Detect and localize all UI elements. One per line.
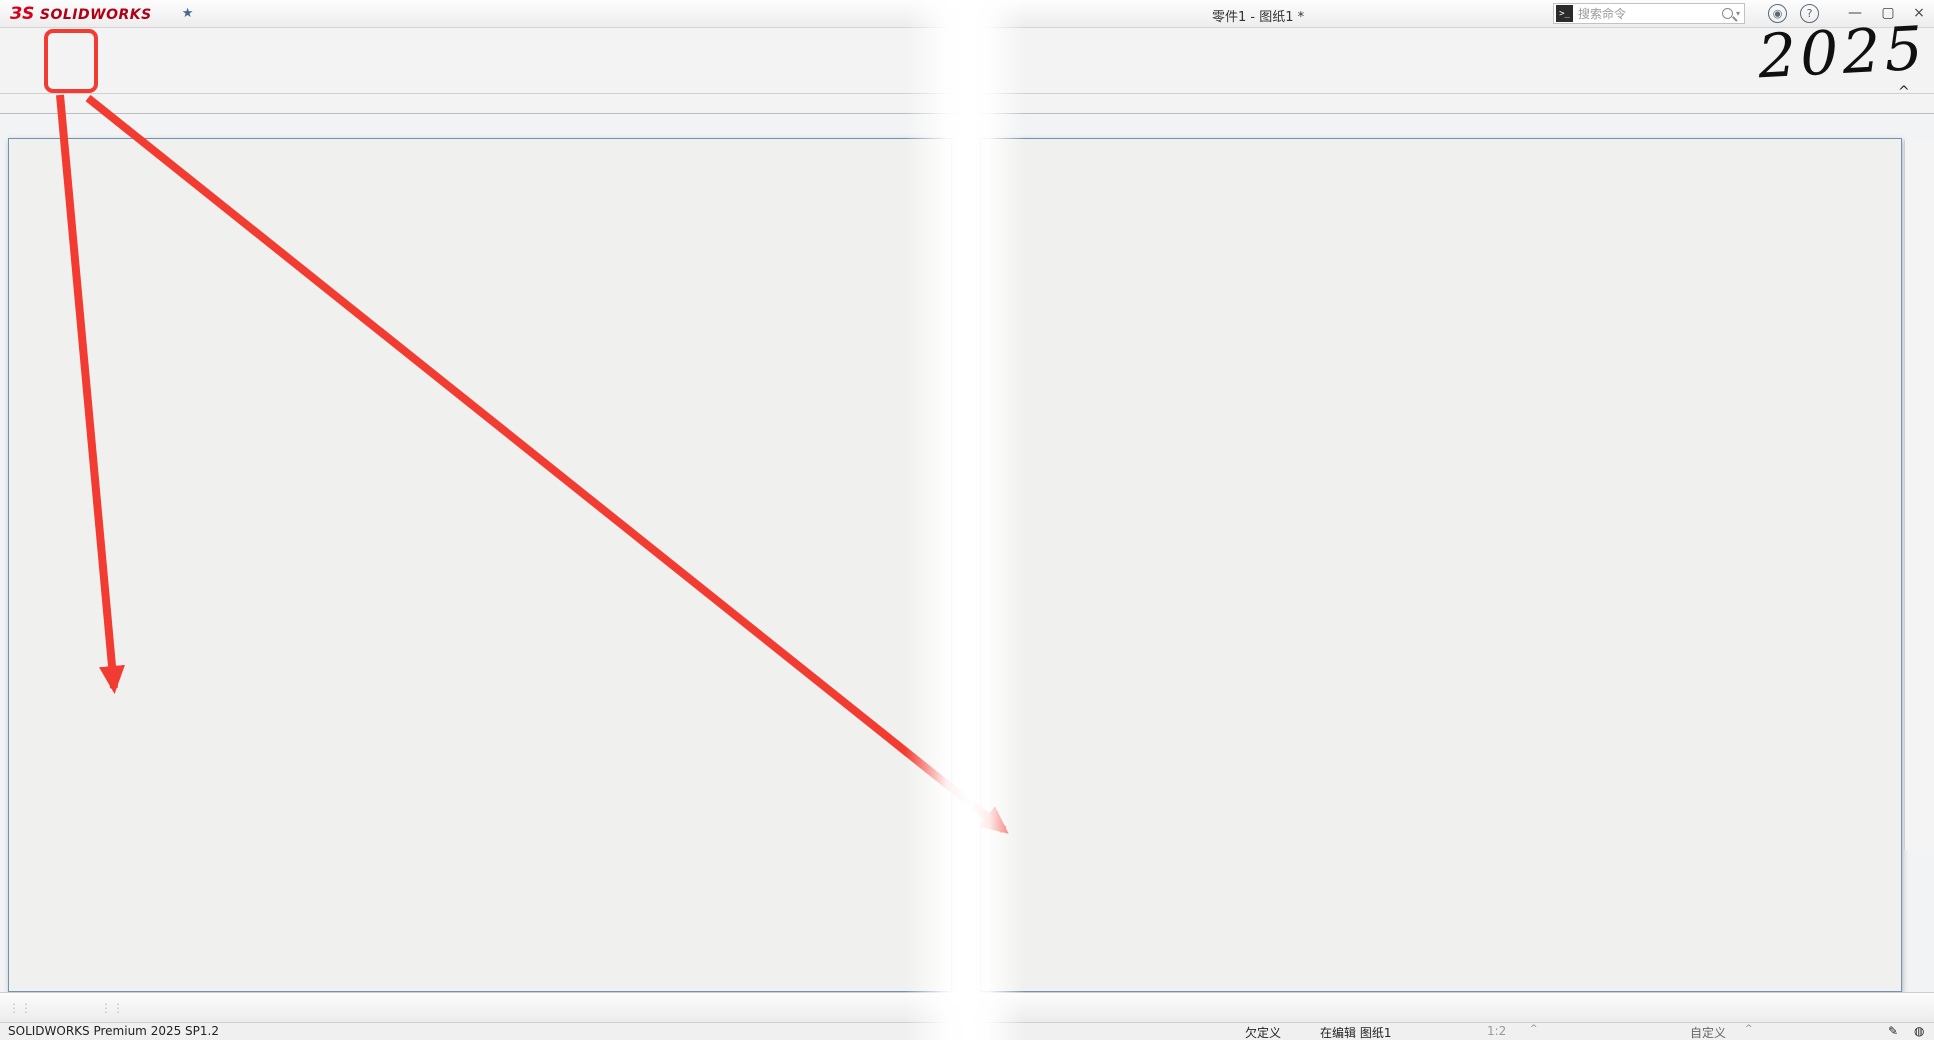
search-input[interactable]: 搜索命令 [1578, 5, 1722, 22]
sheet-scale[interactable]: 1:2 [1487, 1024, 1506, 1038]
web-status-icon: ◍ [1914, 1024, 1924, 1038]
logo-text: SOLIDWORKS [40, 7, 152, 23]
solidworks-logo: ЗS SOLIDWORKS [10, 4, 152, 24]
command-tab-bar [0, 94, 1934, 114]
scale-dropdown-icon[interactable]: ^ [1530, 1024, 1538, 1034]
status-bar: SOLIDWORKS Premium 2025 SP1.2 欠定义 在编辑 图纸… [0, 1022, 1934, 1040]
part-drawing-window[interactable] [980, 138, 1902, 992]
mdi-area [0, 114, 1934, 992]
bottom-toolbar: ⋮⋮ ⋮⋮ [0, 992, 1934, 1022]
pin-menu-icon[interactable]: ★ [182, 6, 194, 21]
edit-sheet-icon[interactable]: ✎ [1888, 1024, 1898, 1038]
task-pane-strip [1904, 140, 1934, 850]
solidworks-screen: ЗS SOLIDWORKS ★ 零件1 - 图纸1 * >_ 搜索命令 ▾ ◉ … [0, 0, 1934, 1040]
year-caret: ^ [1898, 84, 1910, 100]
toolbar-grip: ⋮⋮ [8, 1001, 32, 1015]
search-icon[interactable] [1722, 8, 1733, 19]
product-version: SOLIDWORKS Premium 2025 SP1.2 [8, 1024, 219, 1038]
units-custom[interactable]: 自定义 [1690, 1024, 1726, 1040]
search-dropdown-icon[interactable]: ▾ [1736, 9, 1740, 18]
editing-state: 在编辑 图纸1 [1320, 1024, 1391, 1040]
assembly-drawing-window[interactable] [8, 138, 952, 992]
search-command-icon: >_ [1556, 5, 1573, 22]
ribbon [0, 28, 1934, 94]
units-dropdown-icon[interactable]: ^ [1745, 1024, 1753, 1034]
definition-state: 欠定义 [1245, 1024, 1281, 1040]
handwritten-year-annotation: 2025 [1756, 14, 1928, 93]
toolbar-grip: ⋮⋮ [100, 1001, 124, 1015]
logo-glyph: ЗS [10, 4, 34, 24]
command-search[interactable]: >_ 搜索命令 ▾ [1553, 3, 1745, 24]
document-title: 零件1 - 图纸1 * [1212, 6, 1304, 25]
